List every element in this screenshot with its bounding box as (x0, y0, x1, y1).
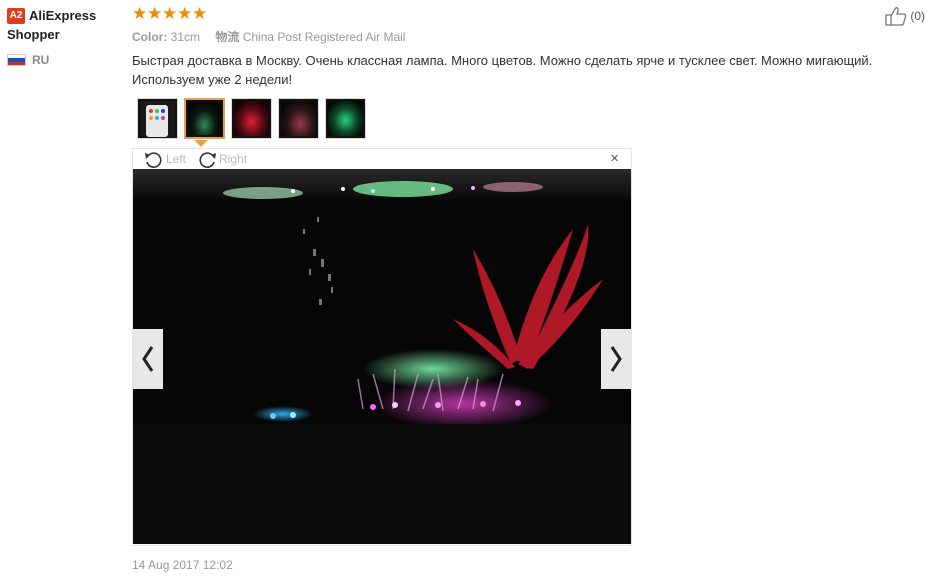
viewer-toolbar: Left Right × (133, 149, 631, 169)
rotate-left-icon (145, 152, 162, 168)
thumbnail-aquarium-dim-photo[interactable] (278, 98, 319, 139)
country-code: RU (32, 53, 50, 67)
next-photo-button[interactable] (601, 329, 631, 389)
reviewer-level-badge: A2 (7, 8, 25, 24)
star-icon: ★ (192, 4, 208, 23)
reviewer-info: A2 AliExpress Shopper RU (7, 6, 122, 67)
reviewer-name: A2 AliExpress Shopper (7, 6, 122, 44)
review-photo-thumbnails (137, 98, 366, 139)
review-body: ★ ★ ★ ★ ★ Color: 31cm 物流 China Post Register… (132, 4, 932, 89)
close-viewer-button[interactable]: × (610, 151, 619, 167)
review-date: 14 Aug 2017 12:02 (132, 558, 233, 572)
rotate-right-icon (199, 152, 217, 168)
star-rating: ★ ★ ★ ★ ★ (132, 4, 932, 23)
star-icon: ★ (177, 4, 193, 23)
previous-photo-button[interactable] (133, 329, 163, 389)
active-thumbnail-indicator (194, 140, 208, 147)
chevron-left-icon (142, 346, 154, 372)
photo-viewer: Left Right × (132, 148, 632, 546)
review-meta: Color: 31cm 物流 China Post Registered Air… (132, 28, 932, 45)
reviewer-country: RU (7, 53, 122, 67)
thumbnail-aquarium-green-photo[interactable] (184, 98, 225, 139)
reviewer-name-line1: AliExpress (29, 8, 97, 23)
rotate-right-label: Right (219, 152, 248, 166)
shipping-value: China Post Registered Air Mail (242, 30, 406, 44)
rotate-right-button[interactable]: Right (196, 150, 247, 168)
rotate-left-button[interactable]: Left (143, 150, 186, 168)
star-icon: ★ (132, 4, 148, 23)
review-photo (133, 169, 631, 544)
color-label: Color: (132, 30, 168, 44)
review-text: Быстрая доставка в Москву. Очень классна… (132, 53, 873, 87)
thumbnail-aquarium-green-2-photo[interactable] (325, 98, 366, 139)
color-value: 31cm (170, 30, 201, 44)
thumbnail-aquarium-red-photo[interactable] (231, 98, 272, 139)
rotate-left-label: Left (166, 152, 187, 166)
star-icon: ★ (162, 4, 178, 23)
review-item: A2 AliExpress Shopper RU (0) ★ ★ ★ ★ ★ Color:… (0, 0, 949, 586)
aquarium-photo-image (133, 169, 631, 544)
reviewer-name-line2: Shopper (7, 27, 60, 42)
chevron-right-icon (610, 346, 622, 372)
russia-flag-icon (7, 54, 26, 66)
star-icon: ★ (147, 4, 163, 23)
shipping-label: 物流 (215, 30, 240, 44)
thumbnail-remote-photo[interactable] (137, 98, 178, 139)
